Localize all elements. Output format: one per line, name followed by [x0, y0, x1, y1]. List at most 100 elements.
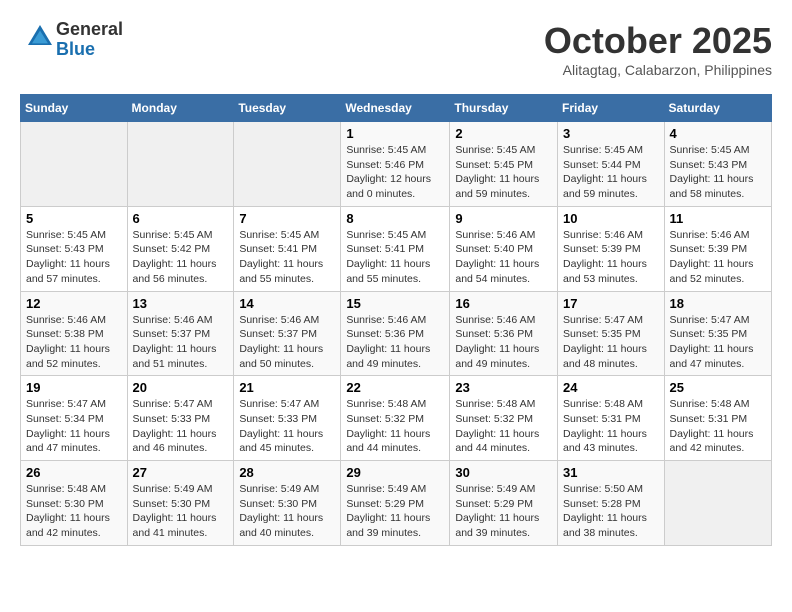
day-number: 21	[239, 380, 335, 395]
day-number: 4	[670, 126, 766, 141]
day-number: 25	[670, 380, 766, 395]
location: Alitagtag, Calabarzon, Philippines	[544, 62, 772, 78]
day-info: Sunrise: 5:46 AM Sunset: 5:36 PM Dayligh…	[346, 313, 444, 372]
logo: General Blue	[20, 20, 123, 60]
table-row: 25 Sunrise: 5:48 AM Sunset: 5:31 PM Dayli…	[664, 376, 771, 461]
day-number: 23	[455, 380, 552, 395]
day-info: Sunrise: 5:46 AM Sunset: 5:39 PM Dayligh…	[670, 228, 766, 287]
col-sunday: Sunday	[21, 95, 128, 122]
day-info: Sunrise: 5:45 AM Sunset: 5:43 PM Dayligh…	[26, 228, 122, 287]
table-row: 28 Sunrise: 5:49 AM Sunset: 5:30 PM Dayli…	[234, 461, 341, 546]
table-row: 24Sunrise: 5:48 AM Sunset: 5:31 PM Dayli…	[558, 376, 665, 461]
table-row: 21 Sunrise: 5:47 AM Sunset: 5:33 PM Dayli…	[234, 376, 341, 461]
table-row: 31Sunrise: 5:50 AM Sunset: 5:28 PM Dayli…	[558, 461, 665, 546]
table-row: 16Sunrise: 5:46 AM Sunset: 5:36 PM Dayli…	[450, 291, 558, 376]
calendar-header-row: Sunday Monday Tuesday Wednesday Thursday…	[21, 95, 772, 122]
table-row: 8 Sunrise: 5:45 AM Sunset: 5:41 PM Daylig…	[341, 206, 450, 291]
logo-general: General	[56, 20, 123, 40]
day-info: Sunrise: 5:46 AM Sunset: 5:40 PM Dayligh…	[455, 228, 552, 287]
day-number: 11	[670, 211, 766, 226]
table-row: 12 Sunrise: 5:46 AM Sunset: 5:38 PM Dayli…	[21, 291, 128, 376]
day-info: Sunrise: 5:45 AM Sunset: 5:45 PM Dayligh…	[455, 143, 552, 202]
table-row: 27 Sunrise: 5:49 AM Sunset: 5:30 PM Dayli…	[127, 461, 234, 546]
table-row: 6 Sunrise: 5:45 AM Sunset: 5:42 PM Daylig…	[127, 206, 234, 291]
day-info: Sunrise: 5:45 AM Sunset: 5:42 PM Dayligh…	[133, 228, 229, 287]
day-number: 14	[239, 296, 335, 311]
table-row	[234, 122, 341, 207]
day-number: 3	[563, 126, 659, 141]
day-info: Sunrise: 5:48 AM Sunset: 5:32 PM Dayligh…	[455, 397, 552, 456]
table-row: 19 Sunrise: 5:47 AM Sunset: 5:34 PM Dayli…	[21, 376, 128, 461]
table-row	[127, 122, 234, 207]
day-number: 28	[239, 465, 335, 480]
calendar-week-row: 26Sunrise: 5:48 AM Sunset: 5:30 PM Dayli…	[21, 461, 772, 546]
day-number: 29	[346, 465, 444, 480]
day-info: Sunrise: 5:49 AM Sunset: 5:30 PM Dayligh…	[133, 482, 229, 541]
col-saturday: Saturday	[664, 95, 771, 122]
table-row: 10Sunrise: 5:46 AM Sunset: 5:39 PM Dayli…	[558, 206, 665, 291]
page-header: General Blue October 2025 Alitagtag, Cal…	[20, 20, 772, 78]
table-row: 4 Sunrise: 5:45 AM Sunset: 5:43 PM Daylig…	[664, 122, 771, 207]
day-info: Sunrise: 5:47 AM Sunset: 5:34 PM Dayligh…	[26, 397, 122, 456]
table-row: 2 Sunrise: 5:45 AM Sunset: 5:45 PM Daylig…	[450, 122, 558, 207]
day-info: Sunrise: 5:48 AM Sunset: 5:31 PM Dayligh…	[670, 397, 766, 456]
day-info: Sunrise: 5:45 AM Sunset: 5:41 PM Dayligh…	[346, 228, 444, 287]
logo-icon	[24, 21, 56, 53]
day-number: 30	[455, 465, 552, 480]
day-info: Sunrise: 5:47 AM Sunset: 5:35 PM Dayligh…	[563, 313, 659, 372]
calendar-week-row: 1 Sunrise: 5:45 AM Sunset: 5:46 PM Daylig…	[21, 122, 772, 207]
day-info: Sunrise: 5:45 AM Sunset: 5:41 PM Dayligh…	[239, 228, 335, 287]
title-block: October 2025 Alitagtag, Calabarzon, Phil…	[544, 20, 772, 78]
col-friday: Friday	[558, 95, 665, 122]
day-info: Sunrise: 5:47 AM Sunset: 5:33 PM Dayligh…	[239, 397, 335, 456]
month-title: October 2025	[544, 20, 772, 62]
table-row: 22Sunrise: 5:48 AM Sunset: 5:32 PM Dayli…	[341, 376, 450, 461]
day-info: Sunrise: 5:49 AM Sunset: 5:29 PM Dayligh…	[346, 482, 444, 541]
calendar: Sunday Monday Tuesday Wednesday Thursday…	[20, 94, 772, 546]
table-row: 1 Sunrise: 5:45 AM Sunset: 5:46 PM Daylig…	[341, 122, 450, 207]
table-row: 9 Sunrise: 5:46 AM Sunset: 5:40 PM Daylig…	[450, 206, 558, 291]
table-row: 30 Sunrise: 5:49 AM Sunset: 5:29 PM Dayli…	[450, 461, 558, 546]
day-info: Sunrise: 5:47 AM Sunset: 5:33 PM Dayligh…	[133, 397, 229, 456]
table-row: 26Sunrise: 5:48 AM Sunset: 5:30 PM Dayli…	[21, 461, 128, 546]
day-number: 1	[346, 126, 444, 141]
day-number: 16	[455, 296, 552, 311]
day-info: Sunrise: 5:49 AM Sunset: 5:29 PM Dayligh…	[455, 482, 552, 541]
day-number: 27	[133, 465, 229, 480]
day-number: 9	[455, 211, 552, 226]
day-number: 5	[26, 211, 122, 226]
day-number: 6	[133, 211, 229, 226]
day-info: Sunrise: 5:46 AM Sunset: 5:39 PM Dayligh…	[563, 228, 659, 287]
col-monday: Monday	[127, 95, 234, 122]
col-tuesday: Tuesday	[234, 95, 341, 122]
day-info: Sunrise: 5:48 AM Sunset: 5:32 PM Dayligh…	[346, 397, 444, 456]
day-number: 20	[133, 380, 229, 395]
table-row	[664, 461, 771, 546]
day-number: 18	[670, 296, 766, 311]
day-number: 24	[563, 380, 659, 395]
day-number: 15	[346, 296, 444, 311]
day-number: 2	[455, 126, 552, 141]
day-number: 8	[346, 211, 444, 226]
day-info: Sunrise: 5:47 AM Sunset: 5:35 PM Dayligh…	[670, 313, 766, 372]
day-info: Sunrise: 5:45 AM Sunset: 5:43 PM Dayligh…	[670, 143, 766, 202]
table-row: 15 Sunrise: 5:46 AM Sunset: 5:36 PM Dayli…	[341, 291, 450, 376]
day-number: 13	[133, 296, 229, 311]
table-row: 23 Sunrise: 5:48 AM Sunset: 5:32 PM Dayli…	[450, 376, 558, 461]
day-info: Sunrise: 5:48 AM Sunset: 5:30 PM Dayligh…	[26, 482, 122, 541]
day-number: 19	[26, 380, 122, 395]
col-wednesday: Wednesday	[341, 95, 450, 122]
calendar-week-row: 12 Sunrise: 5:46 AM Sunset: 5:38 PM Dayli…	[21, 291, 772, 376]
day-number: 17	[563, 296, 659, 311]
day-info: Sunrise: 5:49 AM Sunset: 5:30 PM Dayligh…	[239, 482, 335, 541]
day-number: 31	[563, 465, 659, 480]
table-row: 18 Sunrise: 5:47 AM Sunset: 5:35 PM Dayli…	[664, 291, 771, 376]
table-row: 14Sunrise: 5:46 AM Sunset: 5:37 PM Dayli…	[234, 291, 341, 376]
day-info: Sunrise: 5:45 AM Sunset: 5:46 PM Dayligh…	[346, 143, 444, 202]
day-info: Sunrise: 5:46 AM Sunset: 5:38 PM Dayligh…	[26, 313, 122, 372]
day-info: Sunrise: 5:46 AM Sunset: 5:37 PM Dayligh…	[133, 313, 229, 372]
day-number: 12	[26, 296, 122, 311]
table-row	[21, 122, 128, 207]
day-number: 7	[239, 211, 335, 226]
table-row: 5 Sunrise: 5:45 AM Sunset: 5:43 PM Daylig…	[21, 206, 128, 291]
